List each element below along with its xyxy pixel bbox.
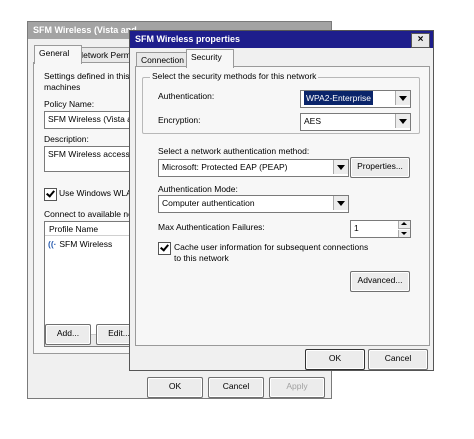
spin-up-icon[interactable] [398, 221, 410, 229]
auth-mode-dropdown[interactable]: Computer authentication [158, 195, 349, 213]
policy-name-field[interactable]: SFM Wireless (Vista an [44, 111, 141, 129]
add-profile-button[interactable]: Add... [45, 324, 91, 345]
security-methods-group-title: Select the security methods for this net… [150, 71, 319, 81]
chevron-down-icon[interactable] [333, 196, 348, 210]
back-ok-button[interactable]: OK [147, 377, 203, 398]
encryption-dropdown[interactable]: AES [300, 113, 411, 131]
properties-button[interactable]: Properties... [350, 157, 410, 178]
properties-dialog: SFM Wireless properties × Connection Sec… [129, 30, 434, 371]
ok-button[interactable]: OK [305, 349, 365, 370]
chevron-down-icon[interactable] [395, 114, 410, 128]
description-field[interactable]: SFM Wireless access p [44, 146, 141, 172]
cache-user-info-label-line-2: to this network [174, 253, 229, 263]
wireless-signal-icon: ((· [48, 239, 57, 249]
back-apply-button: Apply [269, 377, 325, 398]
security-panel: Select the security methods for this net… [135, 66, 430, 346]
properties-dialog-titlebar[interactable]: SFM Wireless properties × [130, 31, 433, 48]
auth-mode-label: Authentication Mode: [158, 184, 238, 194]
list-item[interactable]: ((· SFM Wireless [48, 239, 112, 249]
auth-method-label: Select a network authentication method: [158, 146, 310, 156]
policy-name-label: Policy Name: [44, 99, 95, 109]
max-failures-label: Max Authentication Failures: [158, 222, 265, 232]
authentication-dropdown[interactable]: WPA2-Enterprise [300, 90, 411, 108]
back-cancel-button[interactable]: Cancel [208, 377, 264, 398]
tab-general[interactable]: General [34, 45, 82, 64]
encryption-label: Encryption: [158, 115, 201, 125]
cancel-button[interactable]: Cancel [368, 349, 428, 370]
advanced-button[interactable]: Advanced... [350, 271, 410, 292]
max-failures-spinner[interactable]: 1 [350, 220, 411, 238]
dialog-title: SFM Wireless properties [135, 34, 240, 44]
spin-down-icon[interactable] [398, 230, 410, 237]
back-window-title: SFM Wireless (Vista and [33, 25, 137, 35]
cache-user-info-checkbox[interactable] [158, 242, 171, 255]
use-windows-wlan-label: Use Windows WLAN [59, 188, 138, 198]
authentication-label: Authentication: [158, 91, 215, 101]
auth-method-dropdown[interactable]: Microsoft: Protected EAP (PEAP) [158, 159, 349, 177]
column-header-divider [45, 235, 137, 236]
chevron-down-icon[interactable] [395, 91, 410, 105]
cache-user-info-label-line-1: Cache user information for subsequent co… [174, 242, 369, 252]
description-label: Description: [44, 134, 89, 144]
settings-text-line-1: Settings defined in this [44, 71, 130, 81]
chevron-down-icon[interactable] [333, 160, 348, 174]
profile-name-column-header[interactable]: Profile Name [49, 224, 98, 234]
use-windows-wlan-checkbox[interactable] [44, 188, 57, 201]
connect-label: Connect to available ne [44, 209, 133, 219]
tab-security[interactable]: Security [186, 49, 234, 68]
close-icon[interactable]: × [411, 33, 430, 48]
back-general-panel: Settings defined in this machines Policy… [33, 62, 141, 354]
settings-text-line-2: machines [44, 82, 81, 92]
